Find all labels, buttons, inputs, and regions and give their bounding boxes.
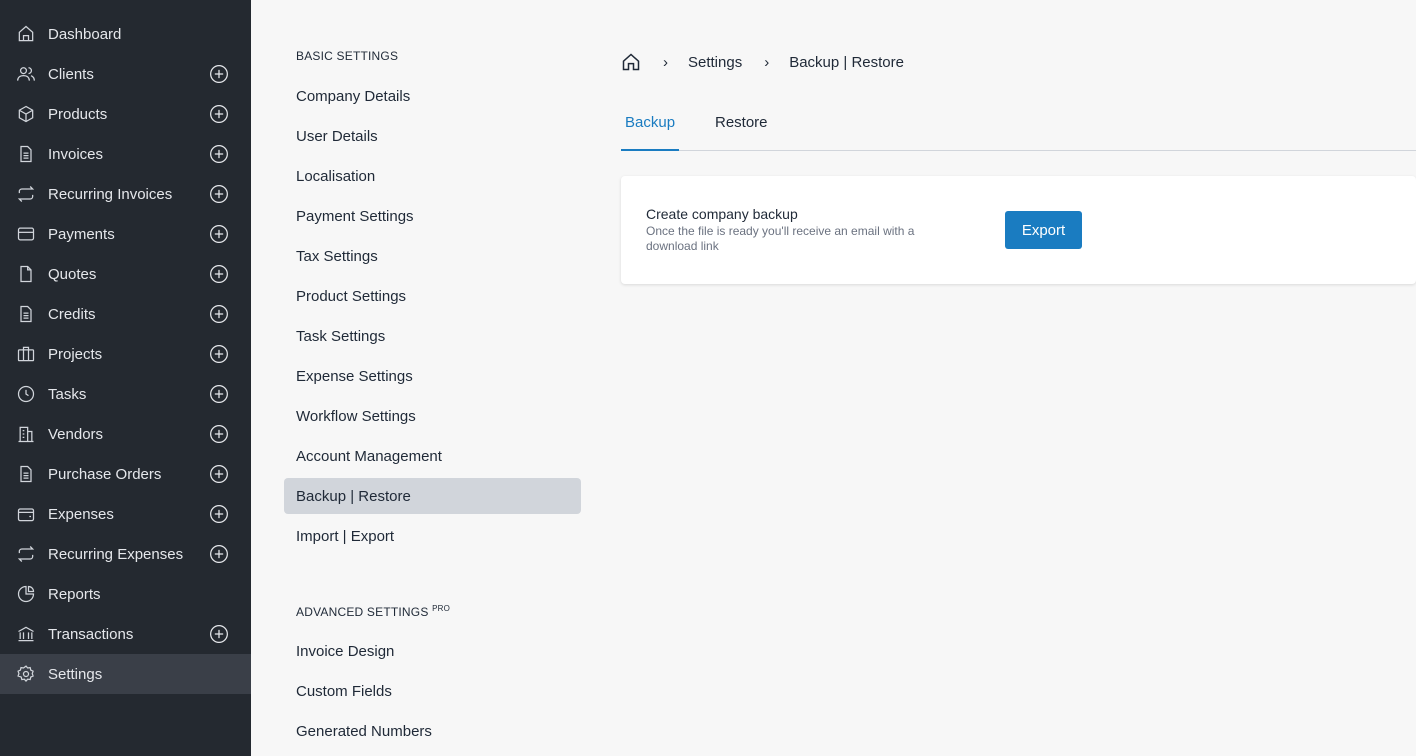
- file-text-icon: [20, 305, 32, 323]
- basic-settings-heading: BASIC SETTINGS: [296, 49, 399, 63]
- home-icon[interactable]: [621, 52, 641, 72]
- sidebar-item-label: Transactions: [48, 625, 134, 643]
- plus-circle-icon[interactable]: [209, 544, 229, 564]
- gear-icon: [17, 665, 34, 683]
- sidebar-item-label: Projects: [48, 345, 103, 363]
- settings-nav-item[interactable]: Localisation: [284, 158, 581, 194]
- breadcrumb-current: Backup | Restore: [789, 53, 904, 71]
- repeat-icon: [17, 186, 35, 202]
- card-title: Create company backup: [646, 206, 798, 222]
- plus-circle-icon[interactable]: [209, 104, 229, 124]
- backup-card: Create company backup Once the file is r…: [621, 176, 1416, 284]
- pro-badge: PRO: [432, 604, 451, 613]
- home-icon: [18, 25, 34, 42]
- briefcase-icon: [17, 346, 35, 362]
- tab-backup[interactable]: Backup: [621, 104, 679, 151]
- sidebar-item-label: Tasks: [48, 385, 87, 403]
- sidebar-item-label: Quotes: [48, 265, 97, 283]
- settings-nav-item[interactable]: Task Settings: [284, 318, 581, 354]
- sidebar-item-credits[interactable]: Credits: [0, 294, 251, 334]
- file-icon: [20, 265, 32, 283]
- settings-nav-item[interactable]: Import | Export: [284, 518, 581, 554]
- plus-circle-icon[interactable]: [209, 504, 229, 524]
- plus-circle-icon[interactable]: [209, 464, 229, 484]
- sidebar-item-invoices[interactable]: Invoices: [0, 134, 251, 174]
- wallet-icon: [17, 508, 35, 522]
- sidebar-item-payments[interactable]: Payments: [0, 214, 251, 254]
- settings-nav-item[interactable]: Account Management: [284, 438, 581, 474]
- bank-icon: [18, 626, 34, 642]
- sidebar-item-label: Reports: [48, 585, 101, 603]
- sidebar-item-label: Expenses: [48, 505, 114, 523]
- tab-restore[interactable]: Restore: [711, 104, 772, 151]
- settings-nav-item[interactable]: Backup | Restore: [284, 478, 581, 514]
- breadcrumb-settings[interactable]: Settings: [688, 54, 742, 71]
- plus-circle-icon[interactable]: [209, 144, 229, 164]
- sidebar-item-label: Dashboard: [48, 25, 122, 43]
- chevron-right-icon: ›: [764, 53, 770, 71]
- pie-chart-icon: [17, 585, 35, 603]
- clock-icon: [17, 385, 35, 403]
- plus-circle-icon[interactable]: [209, 344, 229, 364]
- plus-circle-icon[interactable]: [209, 424, 229, 444]
- card-description: Once the file is ready you'll receive an…: [646, 224, 915, 253]
- building-icon: [18, 426, 34, 443]
- sidebar-item-label: Purchase Orders: [48, 465, 162, 483]
- sidebar-item-label: Settings: [48, 665, 103, 683]
- settings-nav-item[interactable]: User Details: [284, 118, 581, 154]
- repeat-icon: [17, 546, 35, 562]
- sidebar-item-tasks[interactable]: Tasks: [0, 374, 251, 414]
- settings-nav-item[interactable]: Generated Numbers: [284, 713, 581, 749]
- sidebar-item-products[interactable]: Products: [0, 94, 251, 134]
- sidebar-item-purchase-orders[interactable]: Purchase Orders: [0, 454, 251, 494]
- sidebar-item-label: Clients: [48, 65, 94, 83]
- advanced-settings-heading: ADVANCED SETTINGS PRO: [251, 604, 596, 619]
- sidebar-item-label: Products: [48, 105, 108, 123]
- export-button[interactable]: Export: [1005, 211, 1082, 249]
- settings-nav: BASIC SETTINGS Company Details User Detai…: [251, 0, 596, 756]
- sidebar-item-recurring-expenses[interactable]: Recurring Expenses: [0, 534, 251, 574]
- settings-nav-item[interactable]: Expense Settings: [284, 358, 581, 394]
- settings-nav-item[interactable]: Company Details: [284, 78, 581, 114]
- sidebar-item-label: Credits: [48, 305, 96, 323]
- box-icon: [18, 105, 34, 123]
- sidebar-item-clients[interactable]: Clients: [0, 54, 251, 94]
- file-text-icon: [20, 145, 32, 163]
- sidebar-item-recurring-invoices[interactable]: Recurring Invoices: [0, 174, 251, 214]
- settings-nav-item[interactable]: Workflow Settings: [284, 398, 581, 434]
- sidebar-item-label: Invoices: [48, 145, 104, 163]
- plus-circle-icon[interactable]: [209, 224, 229, 244]
- plus-circle-icon[interactable]: [209, 264, 229, 284]
- plus-circle-icon[interactable]: [209, 184, 229, 204]
- sidebar-item-dashboard[interactable]: Dashboard: [0, 14, 251, 54]
- settings-nav-item[interactable]: Product Settings: [284, 278, 581, 314]
- sidebar-item-label: Recurring Expenses: [48, 545, 184, 563]
- settings-nav-item[interactable]: Payment Settings: [284, 198, 581, 234]
- sidebar-item-label: Payments: [48, 225, 115, 243]
- credit-card-icon: [17, 227, 35, 241]
- chevron-right-icon: ›: [663, 53, 668, 71]
- plus-circle-icon[interactable]: [209, 64, 229, 84]
- sidebar-item-label: Vendors: [48, 425, 104, 443]
- settings-nav-item[interactable]: Invoice Design: [284, 633, 581, 669]
- sidebar-item-vendors[interactable]: Vendors: [0, 414, 251, 454]
- sidebar-item-projects[interactable]: Projects: [0, 334, 251, 374]
- sidebar-item-quotes[interactable]: Quotes: [0, 254, 251, 294]
- sidebar-item-reports[interactable]: Reports: [0, 574, 251, 614]
- sidebar: Dashboard Clients Products Invoices Recurrin…: [0, 0, 251, 756]
- sidebar-item-settings[interactable]: Settings: [0, 654, 251, 694]
- settings-nav-item[interactable]: Custom Fields: [284, 673, 581, 709]
- sidebar-item-expenses[interactable]: Expenses: [0, 494, 251, 534]
- plus-circle-icon[interactable]: [209, 304, 229, 324]
- breadcrumb: › Settings › Backup | Restore: [621, 52, 904, 72]
- settings-nav-item[interactable]: Tax Settings: [284, 238, 581, 274]
- sidebar-item-label: Recurring Invoices: [48, 185, 173, 203]
- users-icon: [17, 67, 35, 81]
- file-text-icon: [20, 465, 32, 483]
- tabs: Backup Restore: [621, 104, 1416, 151]
- advanced-title: ADVANCED SETTINGS: [296, 605, 429, 619]
- sidebar-item-transactions[interactable]: Transactions: [0, 614, 251, 654]
- plus-circle-icon[interactable]: [209, 624, 229, 644]
- plus-circle-icon[interactable]: [209, 384, 229, 404]
